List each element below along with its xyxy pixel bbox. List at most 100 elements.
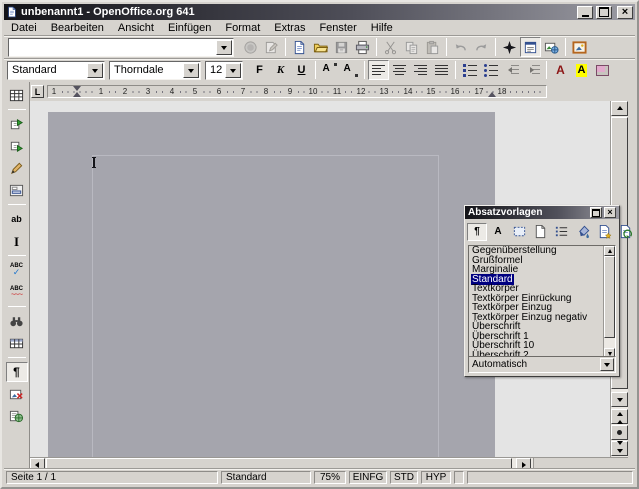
italic-button[interactable]: K [270, 60, 291, 80]
character-styles-button[interactable]: A [488, 223, 508, 241]
open-file-button[interactable] [310, 37, 331, 57]
menu-ansicht[interactable]: Ansicht [111, 21, 161, 35]
paste-button[interactable] [422, 37, 443, 57]
print-button[interactable] [352, 37, 373, 57]
right-indent-marker[interactable] [488, 88, 496, 97]
maximize-button[interactable] [596, 6, 612, 19]
highlighting-button[interactable]: A [571, 60, 592, 80]
paragraph-background-button[interactable] [592, 60, 613, 80]
style-list-scrollbar[interactable] [603, 246, 615, 358]
form-button[interactable] [6, 180, 28, 200]
scroll-down-button[interactable] [611, 392, 628, 407]
title-bar[interactable]: unbenannt1 - OpenOffice.org 641 × [4, 4, 635, 20]
frame-styles-button[interactable] [509, 223, 529, 241]
font-dropdown-button[interactable] [183, 63, 199, 78]
fill-format-mode-button[interactable] [573, 223, 593, 241]
redo-button[interactable] [471, 37, 492, 57]
stop-button[interactable] [240, 37, 261, 57]
tab-type-selector[interactable]: L [31, 85, 44, 98]
next-page-button[interactable] [611, 441, 628, 456]
horizontal-ruler[interactable]: 1 1 2 3 4 5 6 7 8 9 10 11 12 13 14 15 16… [47, 85, 547, 98]
copy-button[interactable] [401, 37, 422, 57]
scroll-up-button[interactable] [611, 101, 628, 116]
draw-functions-button[interactable] [6, 158, 28, 178]
autotext-button[interactable]: ab [6, 209, 28, 229]
gallery-button[interactable] [541, 37, 562, 57]
status-zoom[interactable]: 75% [314, 471, 346, 484]
paragraph-styles-button[interactable]: ¶ [467, 223, 487, 241]
menu-bearbeiten[interactable]: Bearbeiten [44, 21, 111, 35]
graphics-on-off-button[interactable] [6, 384, 28, 404]
font-color-button[interactable]: A [550, 60, 571, 80]
menu-einfuegen[interactable]: Einfügen [161, 21, 218, 35]
subscript-button[interactable]: A [340, 60, 361, 80]
stick-button[interactable] [590, 207, 602, 218]
left-indent-marker[interactable] [73, 88, 81, 97]
new-document-button[interactable] [289, 37, 310, 57]
url-dropdown-button[interactable] [216, 40, 232, 55]
close-button[interactable]: × [617, 6, 633, 19]
page-styles-button[interactable] [530, 223, 550, 241]
underline-button[interactable]: U [291, 60, 312, 80]
navigation-button[interactable] [611, 425, 628, 440]
online-layout-button[interactable] [6, 406, 28, 426]
update-style-button[interactable] [615, 223, 635, 241]
bullet-list-button[interactable] [480, 60, 501, 80]
justify-button[interactable] [431, 60, 452, 80]
insert-object-button[interactable] [6, 136, 28, 156]
stylist-panel[interactable]: Absatzvorlagen × ¶ A Gegenüberstellung G… [464, 205, 620, 377]
status-page-style[interactable]: Standard [221, 471, 311, 484]
align-left-button[interactable] [368, 60, 389, 80]
cut-button[interactable] [380, 37, 401, 57]
style-dropdown-button[interactable] [87, 63, 103, 78]
status-insert-mode[interactable]: EINFG [349, 471, 387, 484]
nonprinting-characters-button[interactable]: ¶ [6, 362, 28, 382]
menu-datei[interactable]: Datei [4, 21, 44, 35]
stylist-title-bar[interactable]: Absatzvorlagen × [465, 206, 619, 219]
stylist-button[interactable] [520, 37, 541, 57]
menu-extras[interactable]: Extras [267, 21, 312, 35]
increase-indent-button[interactable] [522, 60, 543, 80]
edit-file-button[interactable] [261, 37, 282, 57]
url-combobox[interactable] [8, 38, 234, 57]
align-right-button[interactable] [410, 60, 431, 80]
direct-cursor-button[interactable]: I [6, 231, 28, 251]
data-sources-button[interactable] [6, 333, 28, 353]
insert-fields-button[interactable] [6, 114, 28, 134]
status-page[interactable]: Seite 1 / 1 [6, 471, 218, 484]
navigator-button[interactable] [499, 37, 520, 57]
style-list[interactable]: Gegenüberstellung Grußformel Marginalie … [468, 245, 616, 359]
superscript-button[interactable]: A [319, 60, 340, 80]
insert-table-icon [9, 88, 24, 103]
menu-hilfe[interactable]: Hilfe [364, 21, 400, 35]
find-button[interactable] [6, 311, 28, 331]
status-hyperlink-mode[interactable]: HYP [421, 471, 451, 484]
menu-format[interactable]: Format [218, 21, 267, 35]
previous-page-button[interactable] [611, 409, 628, 424]
paragraph-style-combobox[interactable]: Standard [7, 61, 105, 80]
size-dropdown-button[interactable] [225, 63, 241, 78]
decrease-indent-button[interactable] [501, 60, 522, 80]
align-center-button[interactable] [389, 60, 410, 80]
auto-spellcheck-button[interactable]: ABC~~~ [6, 282, 28, 302]
menu-fenster[interactable]: Fenster [312, 21, 363, 35]
stylist-close-button[interactable]: × [604, 207, 616, 218]
font-name-combobox[interactable]: Thorndale [109, 61, 201, 80]
bold-button[interactable]: F [249, 60, 270, 80]
font-size-combobox[interactable]: 12 [205, 61, 243, 80]
insert-graphics-button[interactable] [569, 37, 590, 57]
numbering-styles-button[interactable] [551, 223, 571, 241]
new-style-from-selection-button[interactable] [594, 223, 614, 241]
document-page[interactable] [48, 112, 495, 457]
status-selection-mode[interactable]: STD [390, 471, 418, 484]
minimize-button[interactable] [577, 6, 593, 19]
insert-button[interactable] [6, 85, 28, 105]
style-filter-combobox[interactable]: Automatisch [468, 356, 616, 373]
save-button[interactable] [331, 37, 352, 57]
undo-button[interactable] [450, 37, 471, 57]
list-scroll-thumb[interactable] [604, 256, 615, 338]
list-scroll-up-button[interactable] [604, 246, 615, 256]
spellcheck-button[interactable]: ABC✓ [6, 260, 28, 280]
filter-dropdown-button[interactable] [600, 358, 614, 371]
numbered-list-button[interactable] [459, 60, 480, 80]
